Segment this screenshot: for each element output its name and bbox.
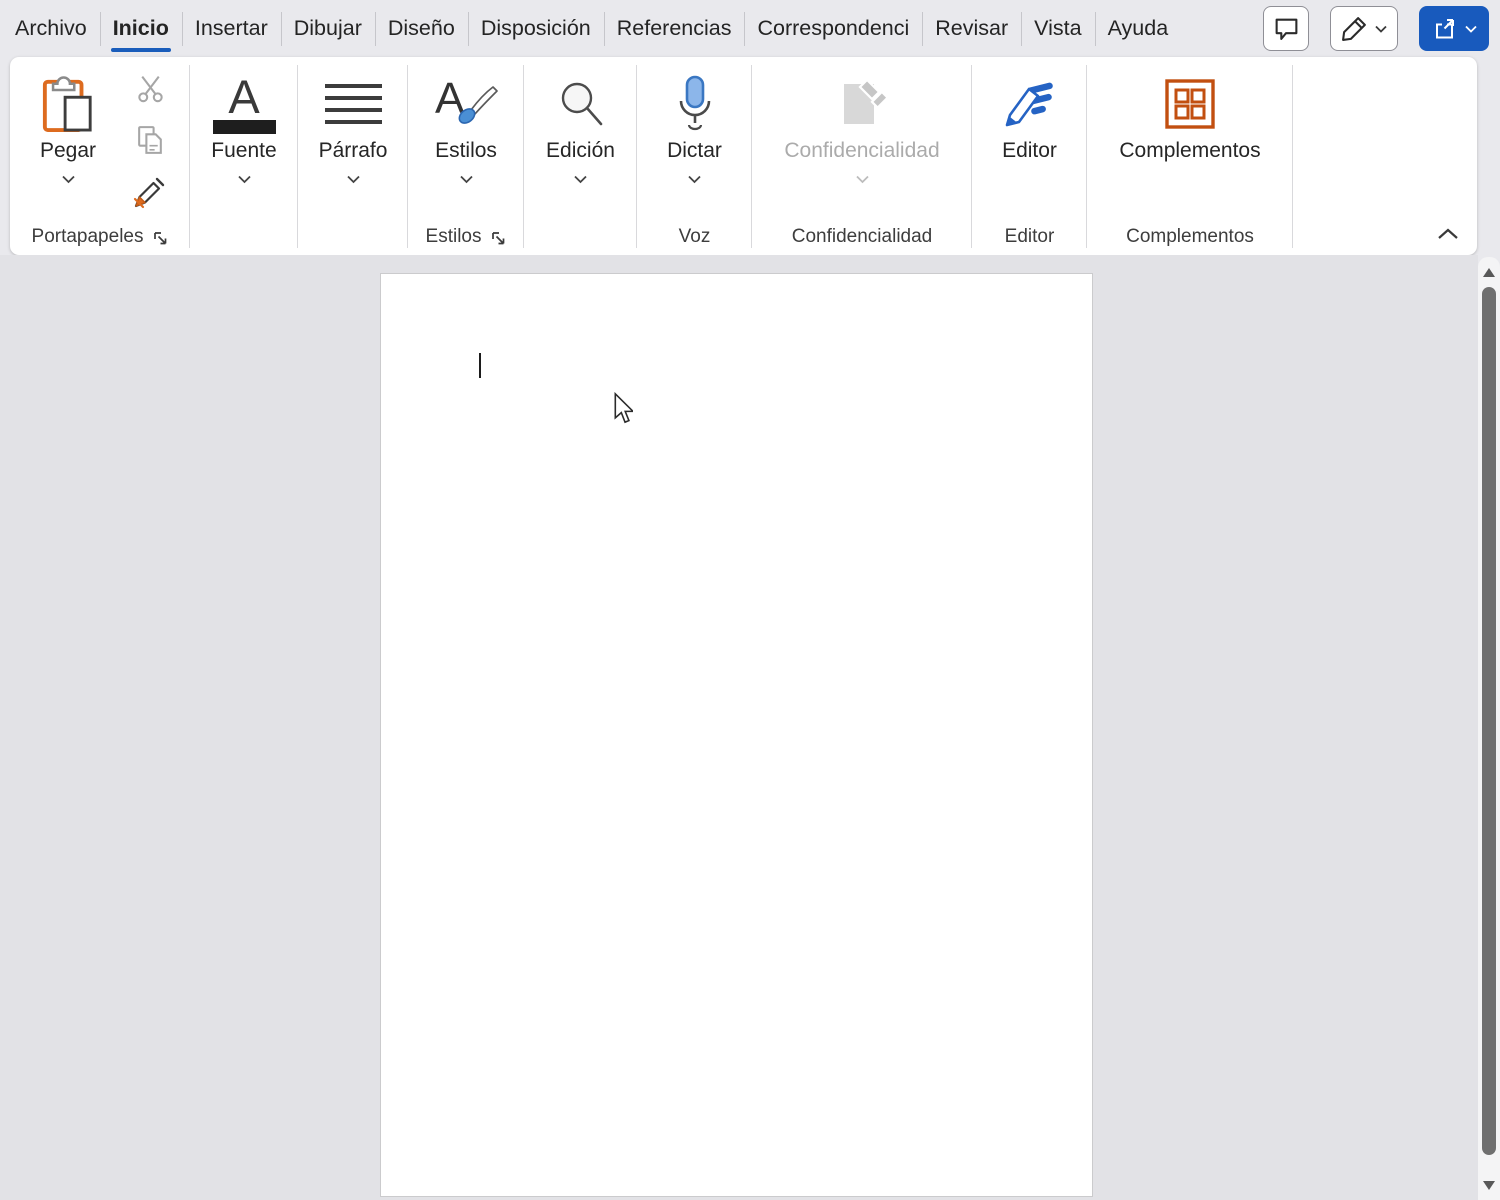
add-ins-grid-icon <box>1164 78 1216 130</box>
share-icon <box>1432 16 1458 41</box>
group-label-complementos: Complementos <box>1126 226 1254 248</box>
tab-inicio[interactable]: Inicio <box>100 8 182 49</box>
chevron-down-icon <box>1465 25 1477 33</box>
text-caret <box>479 353 481 378</box>
chevron-down-icon <box>347 171 360 189</box>
ribbon-group-estilos: A Estilos Estilos <box>408 57 524 255</box>
edicion-label: Edición <box>546 139 615 163</box>
editor-pen-icon <box>1001 79 1059 129</box>
parrafo-label: Párrafo <box>319 139 388 163</box>
ribbon-group-fuente: A Fuente <box>190 57 298 255</box>
chevron-down-icon <box>856 171 869 189</box>
chevron-down-icon <box>460 171 473 189</box>
font-icon: A <box>213 74 276 134</box>
ribbon-group-voz: Dictar Voz <box>637 57 752 255</box>
tab-correspondencia[interactable]: Correspondenci <box>744 8 922 49</box>
group-label-estilos: Estilos <box>426 226 482 248</box>
collapse-ribbon-button[interactable] <box>1437 227 1459 245</box>
tab-archivo[interactable]: Archivo <box>2 8 100 49</box>
chevron-up-icon <box>1437 228 1459 240</box>
tab-revisar[interactable]: Revisar <box>922 8 1021 49</box>
fuente-label: Fuente <box>211 139 276 163</box>
tab-ayuda[interactable]: Ayuda <box>1095 8 1182 49</box>
share-button[interactable] <box>1419 6 1489 51</box>
copy-button[interactable] <box>129 120 171 160</box>
tab-referencias[interactable]: Referencias <box>604 8 745 49</box>
topbar-actions <box>1263 6 1489 51</box>
cut-button[interactable] <box>129 68 171 108</box>
chevron-down-icon <box>238 171 251 189</box>
fuente-button[interactable]: A Fuente <box>190 57 298 189</box>
scrollbar-thumb[interactable] <box>1482 287 1496 1155</box>
editor-label: Editor <box>1002 139 1057 163</box>
paste-icon <box>41 70 95 138</box>
tab-vista[interactable]: Vista <box>1021 8 1094 49</box>
ribbon-tab-bar: Archivo Inicio Insertar Dibujar Diseño D… <box>0 0 1500 57</box>
draw-ink-button[interactable] <box>1330 6 1398 51</box>
format-painter-button[interactable] <box>129 172 171 212</box>
ribbon: Pegar <box>10 57 1477 255</box>
confidencialidad-button[interactable]: Confidencialidad <box>752 57 972 189</box>
search-icon <box>557 80 605 128</box>
paste-button[interactable]: Pegar <box>18 57 118 189</box>
paste-label: Pegar <box>40 139 96 163</box>
estilos-label: Estilos <box>435 139 497 163</box>
chevron-down-icon <box>574 171 587 189</box>
ribbon-group-confidencialidad: Confidencialidad Confidencialidad <box>752 57 972 255</box>
complementos-button[interactable]: Complementos <box>1087 57 1293 163</box>
scroll-up-arrow[interactable] <box>1483 268 1495 277</box>
styles-icon: A <box>435 74 497 134</box>
tab-diseno[interactable]: Diseño <box>375 8 468 49</box>
ribbon-group-editor: Editor Editor <box>972 57 1087 255</box>
confidencialidad-label: Confidencialidad <box>784 139 939 163</box>
group-label-portapapeles: Portapapeles <box>32 226 144 248</box>
ribbon-group-portapapeles: Pegar <box>10 57 190 255</box>
group-label-confidencialidad: Confidencialidad <box>792 226 933 248</box>
chevron-down-icon <box>62 171 75 189</box>
complementos-label: Complementos <box>1119 139 1260 163</box>
estilos-button[interactable]: A Estilos <box>408 57 524 189</box>
tab-insertar[interactable]: Insertar <box>182 8 281 49</box>
editor-button[interactable]: Editor <box>972 57 1087 163</box>
parrafo-button[interactable]: Párrafo <box>298 57 408 189</box>
scroll-down-arrow[interactable] <box>1483 1181 1495 1190</box>
ink-pen-icon <box>1341 15 1368 42</box>
chevron-down-icon <box>688 171 701 189</box>
dialog-launcher-icon[interactable] <box>491 231 506 246</box>
vertical-scrollbar <box>1478 257 1500 1200</box>
cut-icon <box>135 73 166 104</box>
sensitivity-icon <box>836 76 888 132</box>
comment-icon <box>1273 15 1300 42</box>
microphone-icon <box>675 75 715 133</box>
comments-button[interactable] <box>1263 6 1309 51</box>
ribbon-group-parrafo: Párrafo <box>298 57 408 255</box>
ribbon-filler <box>1293 57 1477 255</box>
copy-icon <box>134 124 167 157</box>
dictar-label: Dictar <box>667 139 722 163</box>
edicion-button[interactable]: Edición <box>524 57 637 189</box>
chevron-down-icon <box>1375 25 1387 33</box>
ribbon-group-complementos: Complementos Complementos <box>1087 57 1293 255</box>
document-page[interactable] <box>380 273 1093 1197</box>
tab-disposicion[interactable]: Disposición <box>468 8 604 49</box>
paragraph-icon <box>325 84 382 124</box>
format-painter-icon <box>132 174 168 210</box>
dialog-launcher-icon[interactable] <box>153 231 168 246</box>
ribbon-group-edicion: Edición <box>524 57 637 255</box>
group-label-voz: Voz <box>679 226 711 248</box>
dictar-button[interactable]: Dictar <box>637 57 752 189</box>
tab-dibujar[interactable]: Dibujar <box>281 8 375 49</box>
group-label-editor: Editor <box>1005 226 1055 248</box>
